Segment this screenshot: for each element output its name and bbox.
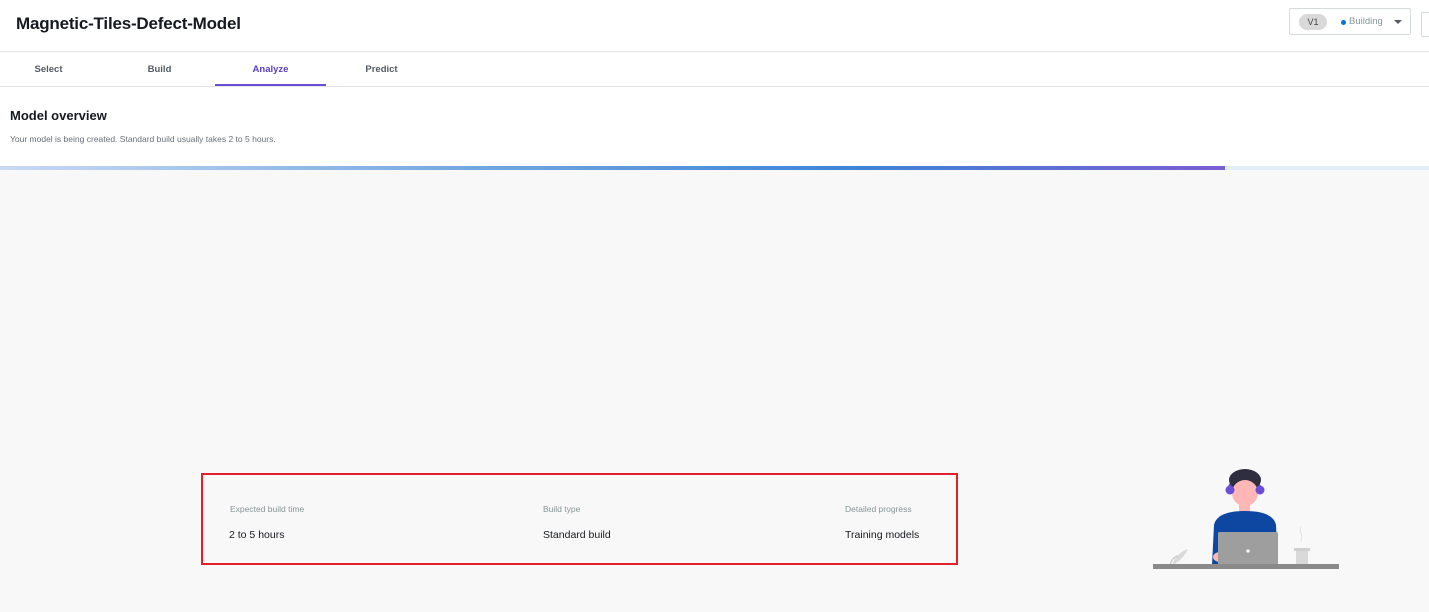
build-type-value: Standard build <box>543 529 611 541</box>
status-text: Building <box>1349 16 1383 27</box>
tab-select[interactable]: Select <box>0 53 104 86</box>
tab-predict[interactable]: Predict <box>326 53 437 86</box>
tab-bar: Select Build Analyze Predict <box>0 53 1429 87</box>
page-title: Magnetic-Tiles-Defect-Model <box>16 14 241 33</box>
page-header: Magnetic-Tiles-Defect-Model V1 Building <box>0 0 1429 52</box>
section-description: Your model is being created. Standard bu… <box>10 134 276 144</box>
detailed-progress-value: Training models <box>845 529 920 541</box>
header-action-button[interactable] <box>1421 12 1429 37</box>
version-dropdown[interactable]: V1 Building <box>1289 8 1411 35</box>
detailed-progress-label: Detailed progress <box>845 504 912 514</box>
tab-analyze[interactable]: Analyze <box>215 53 326 86</box>
version-badge: V1 <box>1299 14 1327 30</box>
build-info-panel: Expected build time 2 to 5 hours Build t… <box>201 473 958 565</box>
expected-build-time-value: 2 to 5 hours <box>229 529 285 541</box>
expected-build-time-label: Expected build time <box>230 504 305 514</box>
section-title: Model overview <box>10 108 107 123</box>
tab-build[interactable]: Build <box>104 53 215 86</box>
chevron-down-icon <box>1394 20 1402 24</box>
person-at-laptop-illustration <box>1153 469 1339 569</box>
status-dot-icon <box>1341 20 1346 25</box>
build-type-label: Build type <box>543 504 581 514</box>
